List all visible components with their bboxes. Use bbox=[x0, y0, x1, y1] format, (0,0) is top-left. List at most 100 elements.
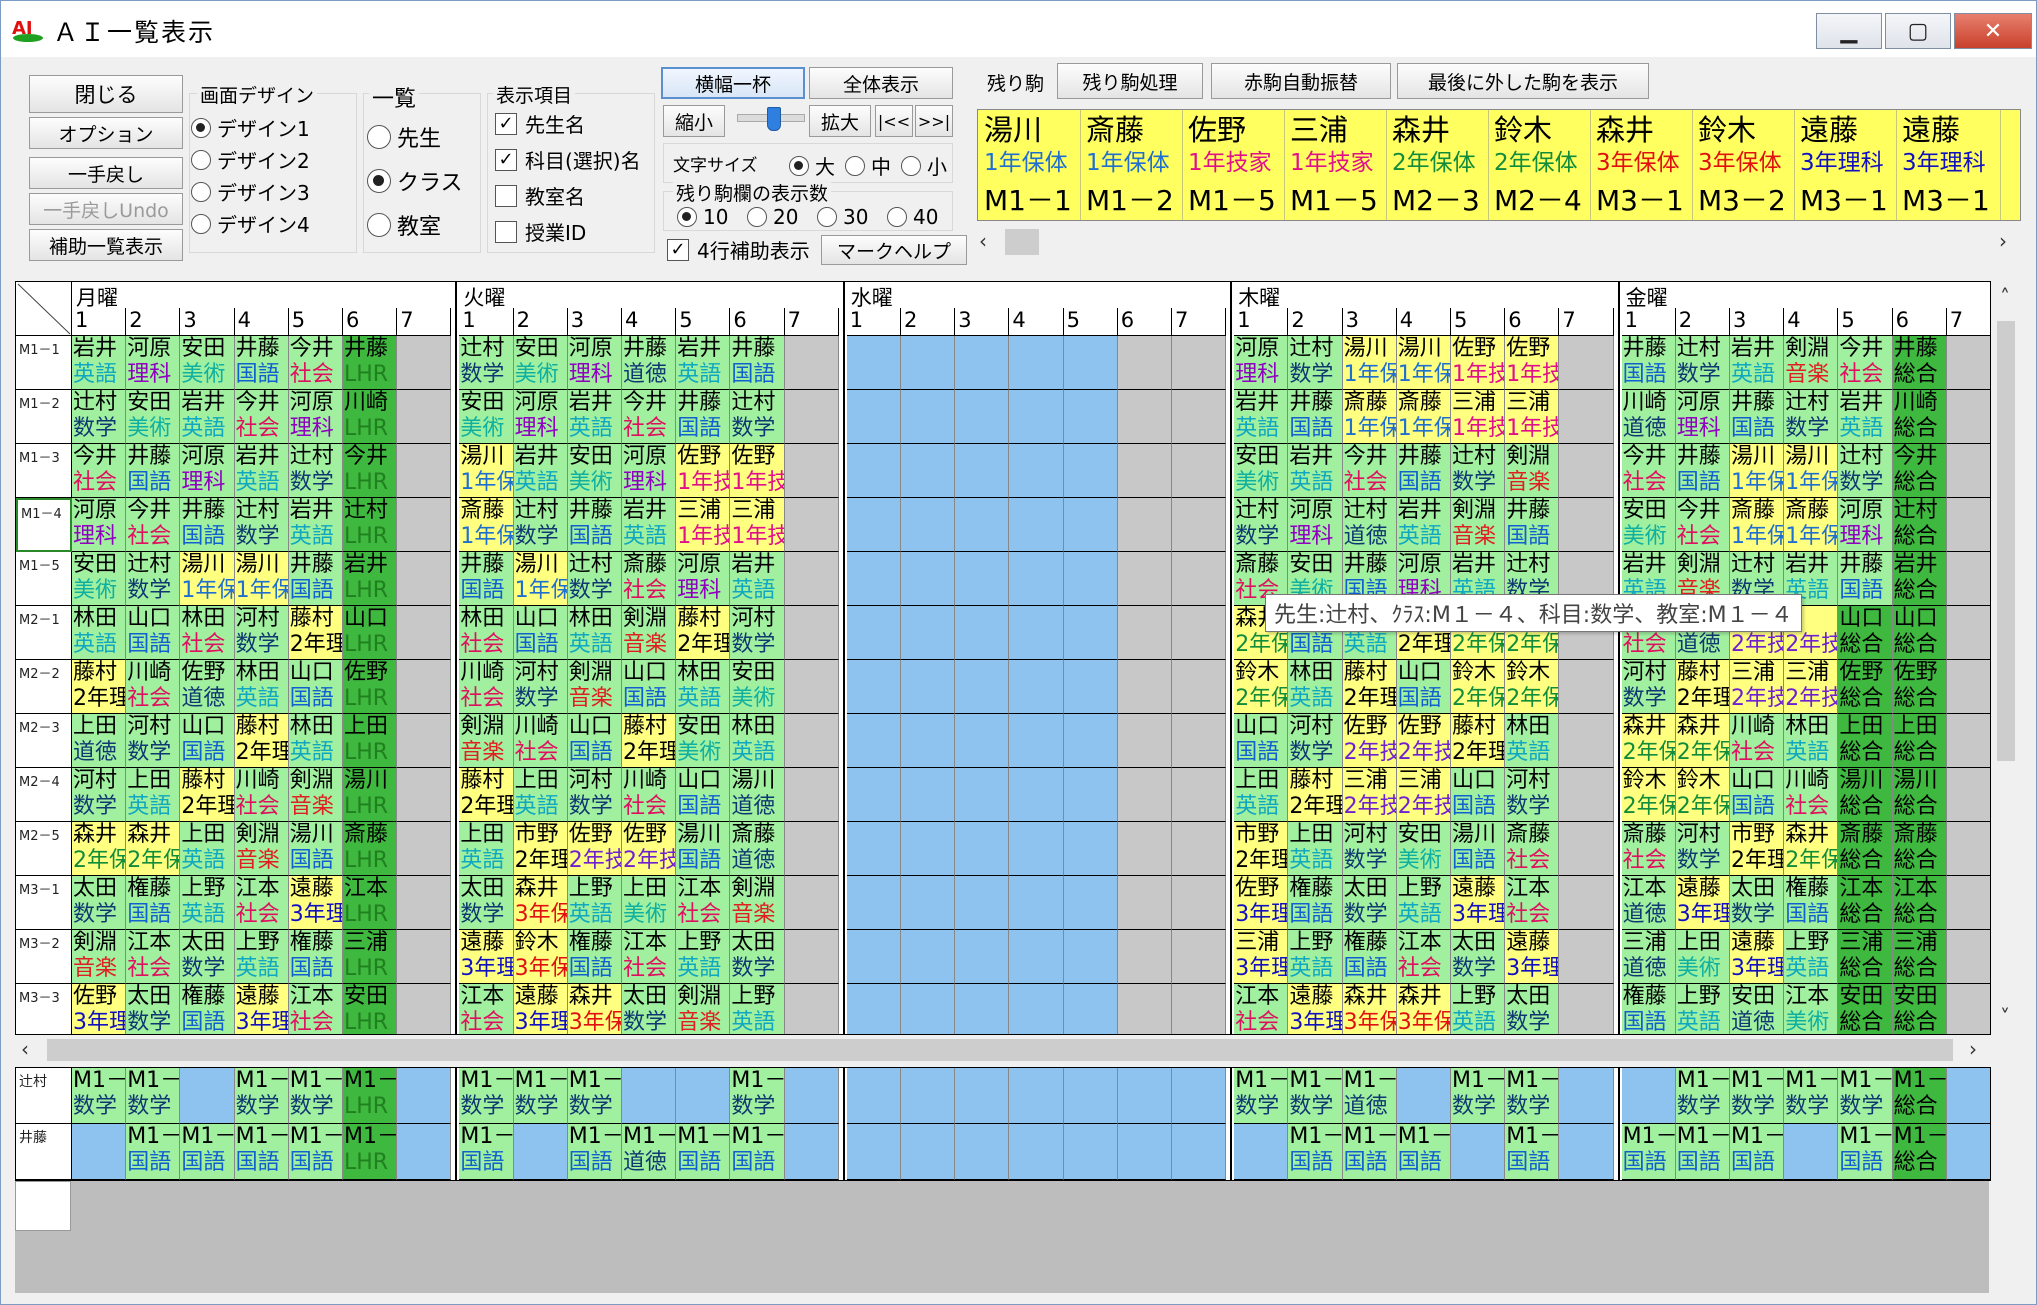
timetable-cell[interactable]: 岩井 英語 bbox=[234, 444, 289, 498]
last-button[interactable]: >>| bbox=[915, 105, 953, 137]
timetable-cell[interactable]: 市野2年理科 bbox=[1730, 822, 1785, 876]
timetable-cell[interactable]: 辻村 数学 bbox=[1451, 444, 1506, 498]
aux-cell[interactable] bbox=[1784, 1124, 1839, 1180]
class-row-header[interactable]: M3－3 bbox=[16, 984, 72, 1034]
timetable-cell[interactable]: 岩井 英語 bbox=[288, 498, 343, 552]
timetable-cell[interactable] bbox=[1172, 390, 1227, 444]
timetable-cell[interactable]: 上田 総合 bbox=[1892, 714, 1947, 768]
timetable-cell[interactable]: 斎藤1年保体 bbox=[1342, 390, 1397, 444]
timetable-cell[interactable]: 太田 数学 bbox=[622, 984, 677, 1034]
timetable-cell[interactable] bbox=[846, 552, 901, 606]
timetable-cell[interactable]: 河原 理科 bbox=[1838, 498, 1893, 552]
aux-cell[interactable] bbox=[1621, 1068, 1676, 1124]
timetable-cell[interactable]: 井藤 国語 bbox=[1621, 336, 1676, 390]
timetable-cell[interactable]: 江本 社会 bbox=[1396, 930, 1451, 984]
timetable-cell[interactable] bbox=[1117, 984, 1172, 1034]
timetable-cell[interactable] bbox=[901, 444, 956, 498]
aux-cell[interactable] bbox=[1117, 1068, 1172, 1124]
timetable-cell[interactable]: 市野2年理科 bbox=[513, 822, 568, 876]
timetable-cell[interactable]: 剣淵 音楽 bbox=[622, 606, 677, 660]
timetable-cell[interactable]: 権藤 国語 bbox=[180, 984, 235, 1034]
timetable-cell[interactable]: 山口 国語 bbox=[622, 660, 677, 714]
timetable-cell[interactable]: 剣淵 音楽 bbox=[72, 930, 127, 984]
timetable-cell[interactable] bbox=[846, 822, 901, 876]
hscroll-right-icon[interactable]: › bbox=[1969, 1037, 1977, 1061]
timetable-cell[interactable]: 山口 国語 bbox=[676, 768, 731, 822]
timetable-cell[interactable]: 辻村 数学 bbox=[1675, 336, 1730, 390]
timetable-cell[interactable] bbox=[1172, 768, 1227, 822]
timetable-cell[interactable] bbox=[1946, 660, 1990, 714]
timetable-cell[interactable]: 山口 国語 bbox=[1730, 768, 1785, 822]
timetable-cell[interactable]: 森井2年保体 bbox=[126, 822, 181, 876]
pool-rows-option-2[interactable]: 30 bbox=[817, 205, 868, 229]
expand-button[interactable]: 拡大 bbox=[809, 105, 871, 137]
timetable-cell[interactable]: 三浦1年技家 bbox=[1505, 390, 1560, 444]
timetable-cell[interactable] bbox=[397, 660, 452, 714]
timetable-cell[interactable] bbox=[784, 984, 839, 1034]
timetable-cell[interactable]: 林田 英語 bbox=[676, 660, 731, 714]
timetable-cell[interactable]: 川崎 社会 bbox=[1730, 714, 1785, 768]
timetable-cell[interactable] bbox=[784, 552, 839, 606]
pool-piece[interactable]: 森井 3年保体 M3－1 bbox=[1590, 110, 1693, 220]
aux-cell[interactable] bbox=[180, 1068, 235, 1124]
timetable-cell[interactable]: 河村 数学 bbox=[1342, 822, 1397, 876]
aux-cell[interactable] bbox=[846, 1068, 901, 1124]
timetable-cell[interactable]: 上田 英語 bbox=[126, 768, 181, 822]
timetable-cell[interactable]: 佐野 総合 bbox=[1838, 660, 1893, 714]
timetable-cell[interactable]: 上野 英語 bbox=[1784, 930, 1839, 984]
pool-rows-option-1[interactable]: 20 bbox=[747, 205, 798, 229]
timetable-cell[interactable] bbox=[901, 606, 956, 660]
timetable-cell[interactable]: 斎藤1年保体 bbox=[1396, 390, 1451, 444]
timetable-cell[interactable]: 湯川 国語 bbox=[1451, 822, 1506, 876]
timetable-cell[interactable]: 藤村2年理科 bbox=[622, 714, 677, 768]
timetable-cell[interactable]: 森井3年保体 bbox=[1396, 984, 1451, 1034]
aux-cell[interactable]: M1－ 数学 bbox=[567, 1068, 622, 1124]
timetable-cell[interactable]: 河村 数学 bbox=[1621, 660, 1676, 714]
aux-list-button[interactable]: 補助一覧表示 bbox=[29, 229, 183, 261]
timetable-cell[interactable]: 林田 英語 bbox=[1784, 714, 1839, 768]
timetable-cell[interactable]: 権藤 国語 bbox=[1342, 930, 1397, 984]
pool-piece[interactable]: 遠藤 3年理科 M3－1 bbox=[1896, 110, 2001, 220]
timetable-cell[interactable] bbox=[846, 876, 901, 930]
timetable-cell[interactable]: 今井 総合 bbox=[1892, 444, 1947, 498]
timetable-cell[interactable] bbox=[1063, 822, 1118, 876]
timetable-cell[interactable] bbox=[1009, 498, 1064, 552]
timetable-cell[interactable]: 佐野2年技家 bbox=[622, 822, 677, 876]
timetable-cell[interactable] bbox=[1946, 768, 1990, 822]
timetable-cell[interactable]: 市野2年理科 bbox=[1234, 822, 1289, 876]
timetable-cell[interactable] bbox=[397, 822, 452, 876]
timetable-cell[interactable] bbox=[955, 444, 1010, 498]
class-row-header[interactable]: M2－5 bbox=[16, 822, 72, 876]
timetable-cell[interactable]: 河村 数学 bbox=[1505, 768, 1560, 822]
aux-cell[interactable]: M1－ 国語 bbox=[1675, 1124, 1730, 1180]
timetable-cell[interactable] bbox=[1117, 444, 1172, 498]
timetable-cell[interactable] bbox=[1946, 822, 1990, 876]
timetable-cell[interactable] bbox=[955, 984, 1010, 1034]
timetable-cell[interactable]: 湯川1年保体 bbox=[1342, 336, 1397, 390]
scroll-down-icon[interactable]: ˅ bbox=[2000, 1005, 2010, 1029]
timetable-cell[interactable] bbox=[901, 984, 956, 1034]
timetable-cell[interactable]: 三浦 LHR bbox=[343, 930, 398, 984]
timetable-cell[interactable]: 辻村 数学 bbox=[1784, 390, 1839, 444]
timetable-cell[interactable] bbox=[1559, 660, 1614, 714]
timetable-cell[interactable] bbox=[1063, 984, 1118, 1034]
timetable-cell[interactable] bbox=[1172, 714, 1227, 768]
timetable-cell[interactable] bbox=[1559, 498, 1614, 552]
timetable-cell[interactable] bbox=[1117, 660, 1172, 714]
undo-button[interactable]: 一手戻し bbox=[29, 157, 183, 189]
timetable-cell[interactable]: 湯川1年保体 bbox=[513, 552, 568, 606]
minimize-button[interactable]: ▁ bbox=[1816, 13, 1882, 49]
timetable-cell[interactable]: 今井 社会 bbox=[1675, 498, 1730, 552]
aux-cell[interactable] bbox=[1009, 1124, 1064, 1180]
timetable-cell[interactable]: 井藤 国語 bbox=[180, 498, 235, 552]
timetable-cell[interactable]: 井藤 国語 bbox=[459, 552, 514, 606]
timetable-cell[interactable]: 三浦 道徳 bbox=[1621, 930, 1676, 984]
timetable-cell[interactable]: 上野 英語 bbox=[180, 876, 235, 930]
class-row-header[interactable]: M2－2 bbox=[16, 660, 72, 714]
timetable-cell[interactable] bbox=[1063, 552, 1118, 606]
maximize-button[interactable]: ▢ bbox=[1885, 13, 1951, 49]
timetable-cell[interactable]: 川崎 社会 bbox=[622, 768, 677, 822]
timetable-cell[interactable]: 上田 英語 bbox=[180, 822, 235, 876]
timetable-cell[interactable] bbox=[1063, 390, 1118, 444]
timetable-cell[interactable]: 井藤 LHR bbox=[343, 336, 398, 390]
